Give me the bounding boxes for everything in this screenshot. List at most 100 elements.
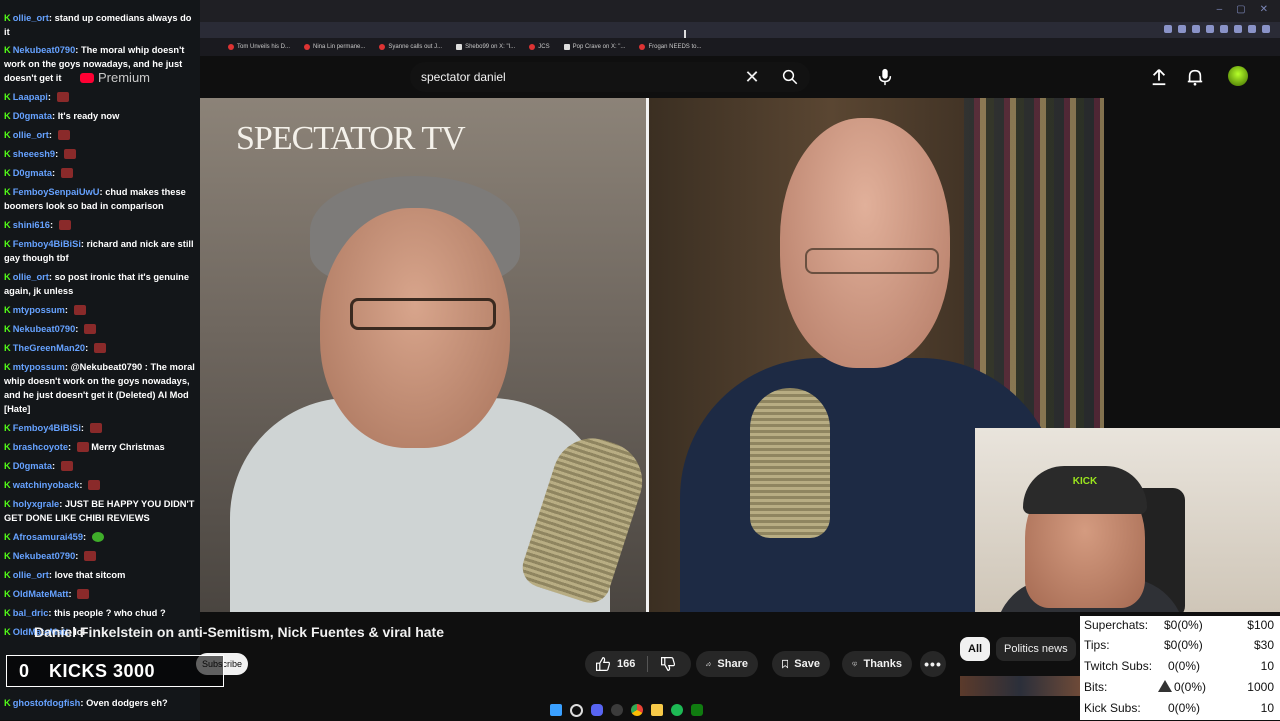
chat-text: love that sitcom — [54, 570, 126, 580]
spotify-icon[interactable] — [671, 704, 683, 716]
chat-username[interactable]: OldMateMatt — [13, 589, 69, 599]
kick-icon: K — [4, 187, 11, 197]
extension-icon[interactable] — [1262, 25, 1270, 33]
upload-button[interactable] — [1148, 66, 1170, 88]
chat-username[interactable]: Femboy4BiBiSi — [13, 239, 81, 249]
taskbar-search-icon[interactable] — [570, 703, 583, 717]
chat-message: K D0gmata: — [4, 459, 199, 473]
chat-text: Oven dodgers eh? — [86, 698, 168, 708]
chat-username[interactable]: holyxgrale — [13, 499, 60, 509]
bookmark-item[interactable]: Frogan NEEDS to... — [639, 44, 701, 50]
clear-search-icon[interactable]: ✕ — [740, 67, 764, 88]
windows-start-icon[interactable] — [550, 704, 562, 716]
chat-username[interactable]: mtypossum — [13, 305, 65, 315]
chat-username[interactable]: Laapapi — [13, 92, 48, 102]
chat-username[interactable]: ollie_ort — [13, 130, 49, 140]
extension-icon[interactable] — [1248, 25, 1256, 33]
chat-username[interactable]: mtypossum — [13, 362, 65, 372]
address-bar[interactable] — [200, 22, 1280, 38]
extension-icon[interactable] — [1220, 25, 1228, 33]
chat-username[interactable]: D0gmata — [13, 168, 52, 178]
kick-icon: K — [4, 480, 11, 490]
notifications-button[interactable] — [1184, 66, 1206, 88]
kick-icon: K — [4, 13, 11, 23]
chat-username[interactable]: FemboySenpaiUwU — [13, 187, 100, 197]
chip-all[interactable]: All — [960, 637, 991, 661]
bookmark-item[interactable]: Shebo99 on X: "I... — [456, 44, 515, 50]
save-button[interactable]: Save — [772, 651, 830, 677]
search-input[interactable]: spectator daniel — [421, 70, 740, 84]
chrome-icon[interactable] — [631, 704, 643, 716]
kick-icon: K — [4, 570, 11, 580]
extension-icon[interactable] — [1178, 25, 1186, 33]
browser-tab-strip: – ▢ ✕ — [200, 0, 1280, 22]
video-player[interactable]: SPECTATOR TV — [200, 98, 1104, 612]
chat-message: Kollie_ort: stand up comedians always do… — [4, 13, 192, 37]
chat-message: K Nekubeat0790: The moral whip doesn't wo… — [4, 45, 185, 83]
chat-message: K Nekubeat0790: — [4, 549, 199, 563]
kick-icon: K — [4, 551, 11, 561]
kick-icon: K — [4, 111, 11, 121]
chat-username[interactable]: ollie_ort — [13, 272, 49, 282]
chat-username[interactable]: D0gmata — [13, 461, 52, 471]
emote-icon — [56, 92, 69, 102]
chat-username[interactable]: Nekubeat0790 — [13, 324, 76, 334]
close-window-icon[interactable]: ✕ — [1260, 4, 1268, 15]
maximize-icon[interactable]: ▢ — [1236, 4, 1245, 15]
chat-username[interactable]: Nekubeat0790 — [13, 551, 76, 561]
stat-twitch-subs: Twitch Subs: 0(0%) 10 — [1084, 659, 1274, 673]
chat-username[interactable]: ollie_ort — [13, 570, 49, 580]
host-face — [780, 118, 950, 368]
chat-message: K Femboy4BiBiSi: — [4, 421, 199, 435]
extension-icon[interactable] — [1192, 25, 1200, 33]
chat-text: Merry Christmas — [91, 442, 165, 452]
chat-message: Kollie_ort: — [4, 128, 199, 142]
chip-politics-news[interactable]: Politics news — [996, 637, 1076, 661]
minimize-icon[interactable]: – — [1217, 4, 1223, 15]
chat-username[interactable]: ollie_ort — [13, 13, 49, 23]
bookmark-item[interactable]: Pop Crave on X: "... — [563, 44, 625, 50]
thanks-button[interactable]: $ Thanks — [842, 651, 912, 677]
share-icon — [706, 661, 712, 667]
obs-icon[interactable] — [611, 704, 623, 716]
chat-username[interactable]: sheeesh9 — [13, 149, 55, 159]
more-actions-button[interactable]: ••• — [920, 651, 946, 677]
bookmark-item[interactable]: Syanne calls out J... — [379, 44, 442, 50]
thumbs-up-icon[interactable] — [595, 656, 611, 672]
chat-message: Kollie_ort: love that sitcom — [4, 570, 126, 580]
chat-username[interactable]: watchinyoback — [13, 480, 80, 490]
bookmark-item[interactable]: Nina Lin permane... — [304, 44, 365, 50]
bookmark-item[interactable]: Tom Unveils his D... — [228, 44, 290, 50]
youtube-favicon-icon — [304, 44, 311, 50]
kick-icon: K — [4, 92, 11, 102]
chat-username[interactable]: Afrosamurai459 — [13, 532, 83, 542]
chat-message: K Laapapi: — [4, 90, 199, 104]
search-box[interactable]: spectator daniel ✕ — [410, 62, 810, 92]
chat-username[interactable]: Nekubeat0790 — [13, 45, 76, 55]
bits-triangle-icon — [1158, 680, 1172, 692]
file-explorer-icon[interactable] — [651, 704, 663, 716]
chat-username[interactable]: TheGreenMan20 — [13, 343, 85, 353]
extension-icon[interactable] — [1234, 25, 1242, 33]
avatar[interactable] — [1228, 66, 1248, 86]
kick-icon: K — [4, 532, 11, 542]
share-button[interactable]: Share — [696, 651, 758, 677]
emote-icon — [58, 220, 71, 230]
xbox-app-icon[interactable] — [691, 704, 703, 716]
chat-username[interactable]: shini616 — [13, 220, 50, 230]
chat-username[interactable]: D0gmata — [13, 111, 52, 121]
thumbs-down-icon[interactable] — [660, 656, 676, 672]
chat-message: Kwatchinyoback: — [4, 478, 199, 492]
chat-username[interactable]: ghostofdogfish — [13, 698, 81, 708]
search-icon — [782, 69, 798, 85]
chat-username[interactable]: bal_dric — [13, 608, 49, 618]
recommended-thumbnail[interactable] — [960, 676, 1080, 696]
extension-icon[interactable] — [1206, 25, 1214, 33]
extension-icon[interactable] — [1164, 25, 1172, 33]
bookmark-item[interactable]: JCS — [529, 44, 550, 50]
discord-icon[interactable] — [591, 704, 603, 716]
search-button[interactable] — [770, 62, 810, 92]
chat-username[interactable]: Femboy4BiBiSi — [13, 423, 81, 433]
voice-search-button[interactable] — [870, 62, 900, 92]
chat-username[interactable]: brashcoyote — [13, 442, 68, 452]
